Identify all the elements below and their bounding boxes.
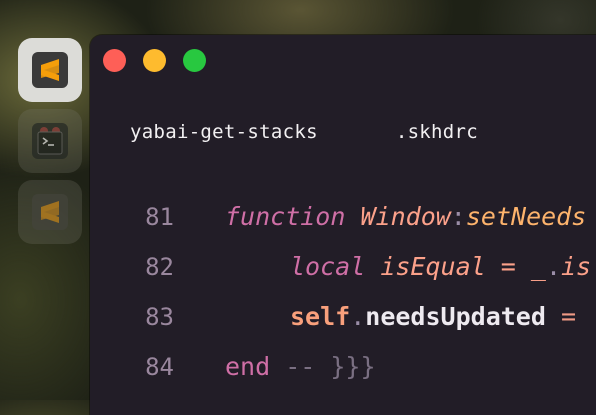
code-line: 83 self.needsUpdated = <box>90 300 596 350</box>
code-line: 84 end -- }}} <box>90 350 596 400</box>
tab-bar: yabai-get-stacks .skhdrc <box>130 121 478 143</box>
dock-item-sublime-text-2[interactable] <box>18 180 82 244</box>
code-text: function Window:setNeeds <box>225 202 587 231</box>
code-line: 81 function Window:setNeeds <box>90 200 596 250</box>
line-number: 81 <box>145 203 174 231</box>
dock <box>18 38 82 251</box>
tab-skhdrc[interactable]: .skhdrc <box>396 121 478 143</box>
line-number: 84 <box>145 353 174 381</box>
tab-yabai-get-stacks[interactable]: yabai-get-stacks <box>130 121 318 143</box>
code-text: local isEqual = _.is <box>290 252 592 281</box>
sublime-text-icon <box>32 194 68 230</box>
dock-item-terminal[interactable] <box>18 109 82 173</box>
code-line: 82 local isEqual = _.is <box>90 250 596 300</box>
code-editor[interactable]: 81 function Window:setNeeds 82 local isE… <box>90 200 596 400</box>
line-number: 83 <box>145 303 174 331</box>
editor-window: yabai-get-stacks .skhdrc 81 function Win… <box>90 35 596 415</box>
sublime-text-icon <box>32 52 68 88</box>
close-window-button[interactable] <box>103 49 126 72</box>
traffic-lights <box>103 49 206 72</box>
line-number: 82 <box>145 253 174 281</box>
code-text: end -- }}} <box>225 352 376 381</box>
zoom-window-button[interactable] <box>183 49 206 72</box>
minimize-window-button[interactable] <box>143 49 166 72</box>
dock-item-sublime-text[interactable] <box>18 38 82 102</box>
code-text: self.needsUpdated = <box>290 302 577 331</box>
terminal-icon <box>32 123 68 159</box>
